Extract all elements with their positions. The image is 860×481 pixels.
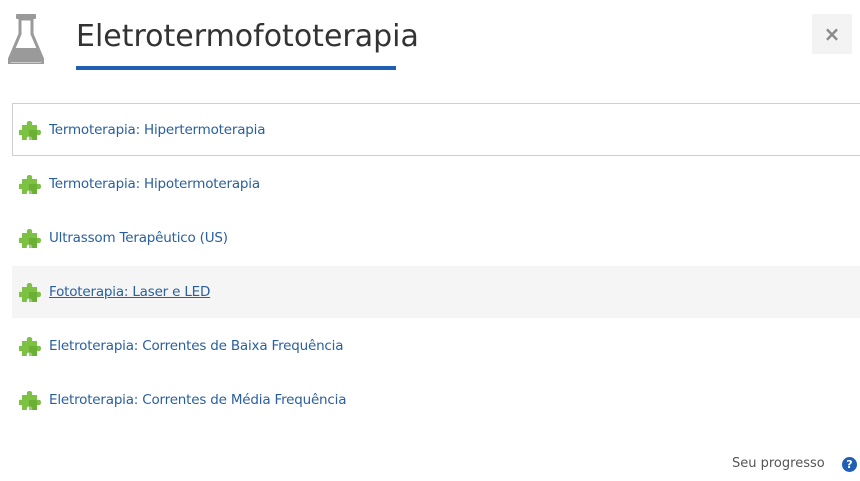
puzzle-icon — [19, 229, 41, 248]
topic-list: Termoterapia: Hipertermoterapia Termoter… — [12, 103, 860, 428]
puzzle-icon — [19, 283, 41, 302]
item-label: Eletroterapia: Correntes de Média Frequê… — [49, 392, 347, 408]
modal-header: Eletrotermofototerapia × — [0, 0, 860, 90]
flask-icon — [8, 14, 44, 64]
item-label: Eletroterapia: Correntes de Baixa Frequê… — [49, 338, 344, 354]
puzzle-icon — [19, 120, 41, 140]
puzzle-icon — [19, 337, 41, 356]
list-item[interactable]: Ultrassom Terapêutico (US) — [12, 212, 860, 264]
list-item[interactable]: Fototerapia: Laser e LED — [12, 266, 860, 318]
progress-label[interactable]: Seu progresso — [732, 456, 825, 471]
item-label: Termoterapia: Hipertermoterapia — [49, 121, 266, 138]
modal-footer: Seu progresso ? — [0, 456, 860, 478]
title-underline — [76, 66, 396, 70]
page-title: Eletrotermofototerapia — [76, 19, 419, 54]
close-icon: × — [823, 22, 841, 46]
item-label: Termoterapia: Hipotermoterapia — [49, 176, 260, 192]
puzzle-icon — [19, 175, 41, 194]
list-item[interactable]: Termoterapia: Hipotermoterapia — [12, 158, 860, 210]
list-item[interactable]: Eletroterapia: Correntes de Média Frequê… — [12, 374, 860, 426]
list-item[interactable]: Termoterapia: Hipertermoterapia — [12, 103, 860, 156]
help-icon[interactable]: ? — [842, 457, 857, 472]
close-button[interactable]: × — [812, 14, 852, 54]
item-label: Ultrassom Terapêutico (US) — [49, 230, 228, 246]
puzzle-icon — [19, 391, 41, 410]
list-item[interactable]: Eletroterapia: Correntes de Baixa Frequê… — [12, 320, 860, 372]
item-label[interactable]: Fototerapia: Laser e LED — [49, 284, 210, 300]
